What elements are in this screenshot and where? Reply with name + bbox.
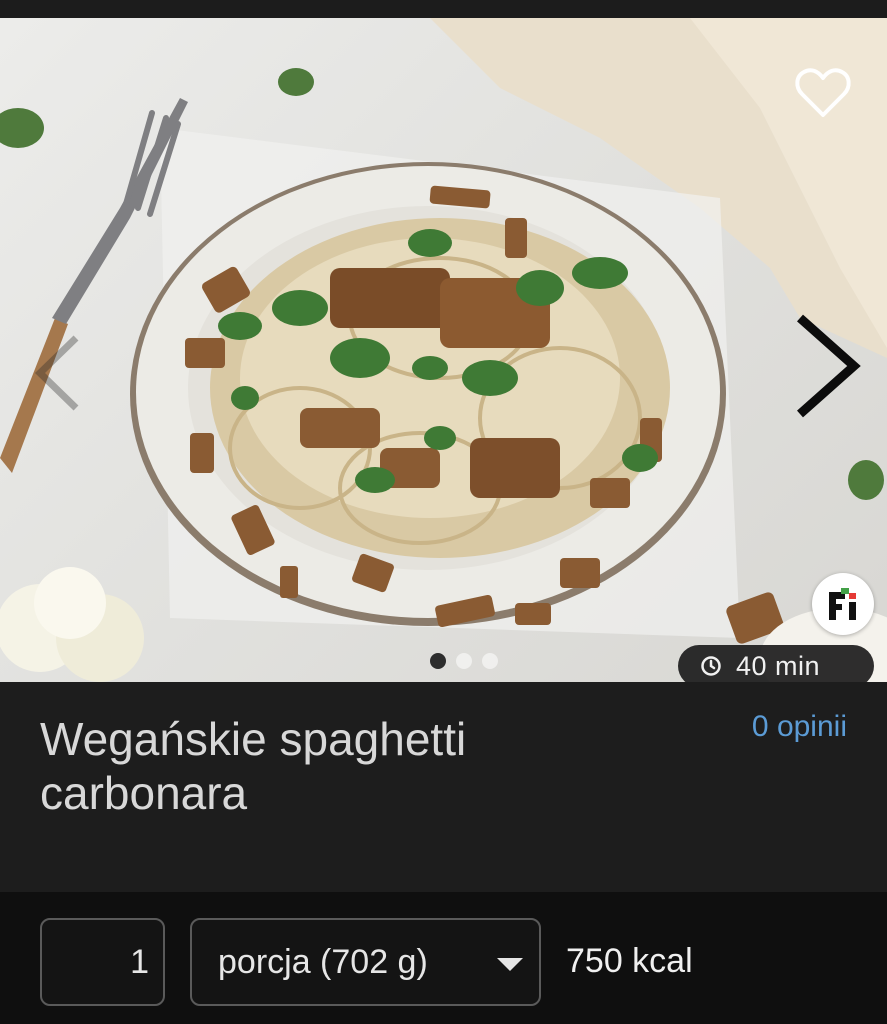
fitatu-logo-icon <box>829 588 856 620</box>
carousel-dot[interactable] <box>482 653 498 669</box>
prep-time-badge: 40 min <box>678 645 874 682</box>
quantity-input[interactable] <box>40 918 165 1006</box>
portion-controls: porcja (702 g) 750 kcal <box>0 892 887 1024</box>
reviews-link[interactable]: 0 opinii <box>752 710 847 744</box>
recipe-photo <box>0 18 887 682</box>
favorite-button[interactable] <box>794 66 852 120</box>
carousel-indicator <box>430 653 498 669</box>
portion-select-value: porcja (702 g) <box>218 942 428 981</box>
recipe-title: Wegańskie spaghetti carbonara <box>40 713 467 819</box>
top-status-strip <box>0 0 887 18</box>
calories-value: 750 kcal <box>566 942 693 980</box>
next-photo-button[interactable] <box>790 308 870 428</box>
caret-down-icon <box>497 958 523 971</box>
heart-outline-icon <box>795 68 851 117</box>
chevron-right-icon <box>797 314 861 418</box>
carousel-dot[interactable] <box>456 653 472 669</box>
portion-select[interactable]: porcja (702 g) <box>190 918 541 1006</box>
clock-icon <box>701 656 721 676</box>
prep-time-text: 40 min <box>736 650 821 681</box>
previous-photo-button[interactable] <box>28 328 88 418</box>
carousel-dot[interactable] <box>430 653 446 669</box>
recipe-header: Wegańskie spaghetti carbonara 0 opinii <box>0 682 887 892</box>
chevron-left-icon <box>34 335 79 411</box>
recipe-photo-carousel[interactable]: 40 min <box>0 18 887 682</box>
brand-badge <box>812 573 874 635</box>
